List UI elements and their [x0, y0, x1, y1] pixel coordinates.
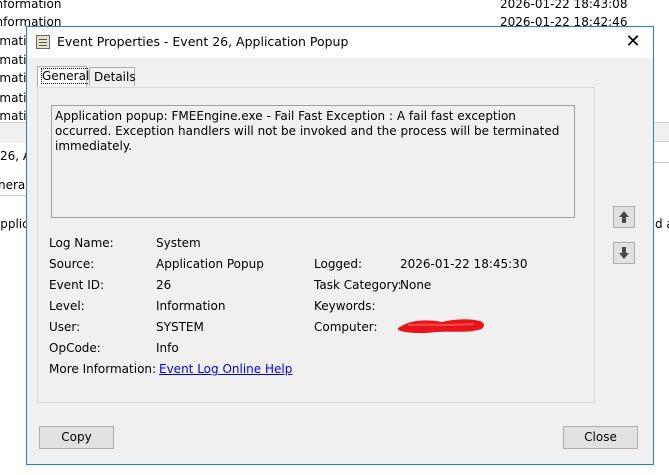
user-label: User: — [49, 320, 81, 334]
opcode-label: OpCode: — [49, 341, 101, 355]
previous-event-button[interactable] — [613, 206, 635, 228]
redaction-mark — [397, 319, 484, 334]
event-properties-icon — [36, 35, 50, 49]
logged-value: 2026-01-22 18:45:30 — [400, 257, 528, 271]
event-log-online-help-link[interactable]: Event Log Online Help — [159, 362, 292, 376]
computer-label: Computer: — [314, 320, 378, 334]
tab-general[interactable]: General — [37, 66, 91, 87]
tab-details-label: Details — [94, 70, 136, 84]
up-arrow-icon — [619, 211, 629, 223]
log-name-value: System — [156, 236, 201, 250]
task-category-value: None — [400, 278, 432, 292]
next-event-button[interactable] — [613, 242, 635, 264]
event-id-value: 26 — [156, 278, 172, 292]
tab-general-label: General — [40, 68, 91, 84]
close-icon[interactable]: ✕ — [621, 30, 645, 54]
background-message-fragment: Applic — [0, 217, 29, 231]
logged-label: Logged: — [314, 257, 363, 271]
tab-details[interactable]: Details — [89, 67, 136, 86]
level-label: Level: — [49, 299, 85, 313]
event-properties-dialog: Event Properties - Event 26, Application… — [26, 26, 654, 465]
background-divider — [0, 122, 28, 143]
down-arrow-icon — [619, 247, 629, 259]
title-bar[interactable]: Event Properties - Event 26, Application… — [27, 27, 653, 58]
task-category-label: Task Category: — [314, 278, 402, 292]
background-right-strip — [653, 122, 669, 142]
log-name-label: Log Name: — [49, 236, 114, 250]
keywords-label: Keywords: — [314, 299, 376, 313]
copy-button[interactable]: Copy — [39, 426, 114, 449]
close-button[interactable]: Close — [563, 426, 638, 449]
source-label: Source: — [49, 257, 95, 271]
background-right-fragment: d an — [655, 217, 669, 231]
dialog-title: Event Properties - Event 26, Application… — [57, 34, 349, 49]
level-value: Information — [156, 299, 226, 313]
background-right-strip — [653, 140, 669, 163]
background-general-tab[interactable]: neral — [0, 175, 29, 195]
more-information-label: More Information: — [49, 362, 157, 376]
event-message-box[interactable]: Application popup: FMEEngine.exe - Fail … — [51, 105, 575, 218]
general-panel: Application popup: FMEEngine.exe - Fail … — [37, 87, 595, 403]
event-id-label: Event ID: — [49, 278, 105, 292]
user-value: SYSTEM — [156, 320, 204, 334]
source-value: Application Popup — [156, 257, 264, 271]
opcode-value: Info — [156, 341, 179, 355]
